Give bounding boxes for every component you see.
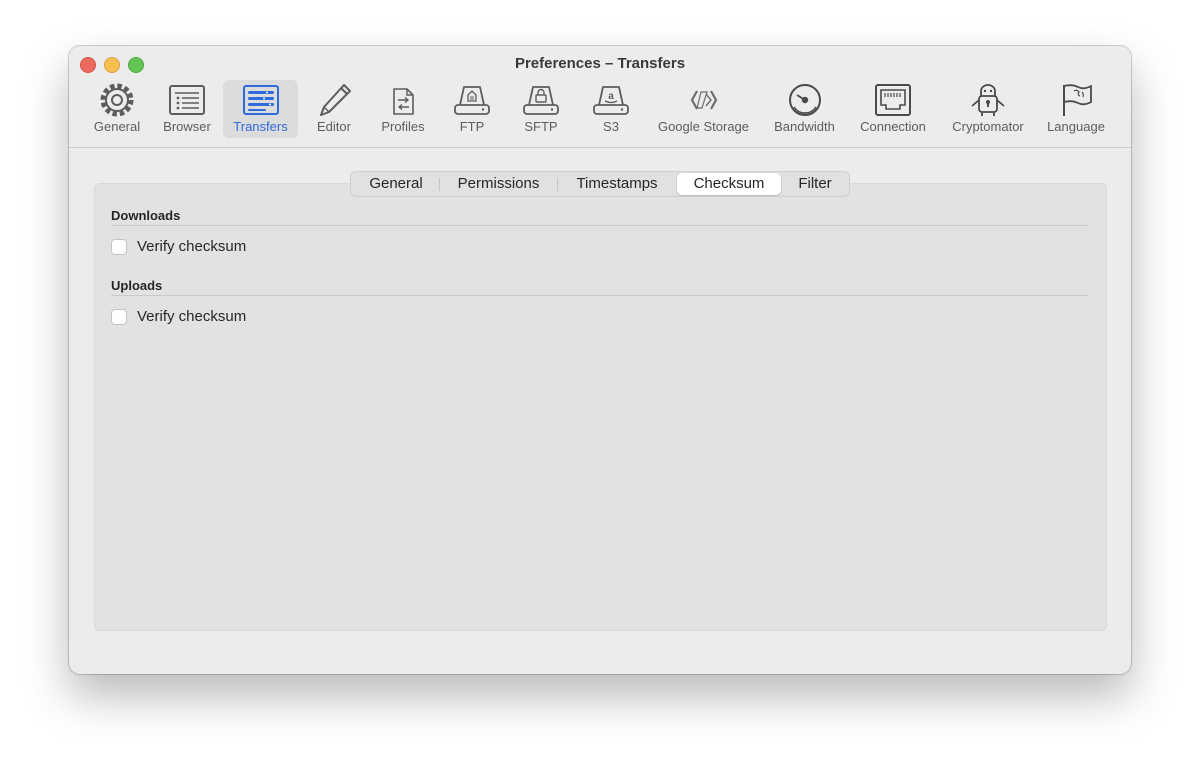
toolbar-label: General	[93, 119, 141, 134]
tab-permissions[interactable]: Permissions	[440, 173, 557, 195]
gear-icon	[86, 82, 148, 118]
toolbar-label: Bandwidth	[774, 119, 835, 134]
s3-drive-icon: a	[586, 82, 636, 118]
flag-icon	[1041, 82, 1111, 118]
transfers-icon	[223, 82, 298, 118]
sftp-drive-icon	[516, 82, 566, 118]
section-divider	[111, 295, 1088, 296]
toolbar-item-sftp[interactable]: SFTP	[516, 80, 566, 138]
toolbar-label: SFTP	[524, 119, 558, 134]
toolbar-item-language[interactable]: Language	[1041, 80, 1111, 138]
preferences-window: Preferences – Transfers General Browser …	[69, 46, 1131, 674]
toolbar-label: S3	[603, 119, 619, 134]
preferences-content: General Permissions Timestamps Checksum …	[69, 148, 1131, 674]
cryptomator-robot-icon	[943, 82, 1033, 118]
uploads-section-title: Uploads	[111, 278, 163, 293]
downloads-section-title: Downloads	[111, 208, 181, 223]
toolbar-label: Transfers	[233, 119, 288, 134]
toolbar-item-editor[interactable]: Editor	[307, 80, 361, 138]
toolbar-label: Browser	[163, 119, 211, 134]
toolbar-label: FTP	[459, 119, 485, 134]
uploads-verify-checksum-checkbox[interactable]	[111, 309, 127, 325]
downloads-verify-checksum-checkbox[interactable]	[111, 239, 127, 255]
tab-bar: General Permissions Timestamps Checksum …	[350, 171, 850, 197]
google-storage-icon	[649, 82, 758, 118]
toolbar-item-cryptomator[interactable]: Cryptomator	[943, 80, 1033, 138]
toolbar-label: Google Storage	[657, 119, 750, 134]
ethernet-port-icon	[853, 82, 933, 118]
toolbar-item-transfers[interactable]: Transfers	[223, 80, 298, 138]
toolbar-label: Connection	[860, 119, 926, 134]
tab-timestamps[interactable]: Timestamps	[558, 173, 676, 195]
toolbar-item-ftp[interactable]: FTP	[447, 80, 497, 138]
toolbar-item-browser[interactable]: Browser	[155, 80, 219, 138]
checkbox-label: Verify checksum	[137, 308, 247, 325]
tab-filter[interactable]: Filter	[782, 173, 848, 195]
profiles-icon	[371, 82, 435, 118]
toolbar-label: Editor	[317, 119, 351, 134]
toolbar-item-s3[interactable]: a S3	[586, 80, 636, 138]
checkbox-label: Verify checksum	[137, 238, 247, 255]
gauge-icon	[767, 82, 842, 118]
toolbar-label: Cryptomator	[952, 119, 1024, 134]
toolbar-item-google-storage[interactable]: Google Storage	[649, 80, 758, 138]
pencil-icon	[307, 82, 361, 118]
toolbar-item-bandwidth[interactable]: Bandwidth	[767, 80, 842, 138]
ftp-drive-icon	[447, 82, 497, 118]
svg-text:a: a	[608, 91, 614, 102]
window-title: Preferences – Transfers	[514, 55, 686, 72]
toolbar-item-general[interactable]: General	[86, 80, 148, 138]
toolbar-label: Language	[1047, 119, 1105, 134]
title-bar: Preferences – Transfers General Browser …	[69, 46, 1131, 148]
toolbar-item-connection[interactable]: Connection	[853, 80, 933, 138]
section-divider	[111, 225, 1088, 226]
tab-checksum[interactable]: Checksum	[677, 173, 781, 195]
list-icon	[155, 82, 219, 118]
toolbar-item-profiles[interactable]: Profiles	[371, 80, 435, 138]
toolbar-label: Profiles	[381, 119, 425, 134]
tab-general[interactable]: General	[353, 173, 439, 195]
